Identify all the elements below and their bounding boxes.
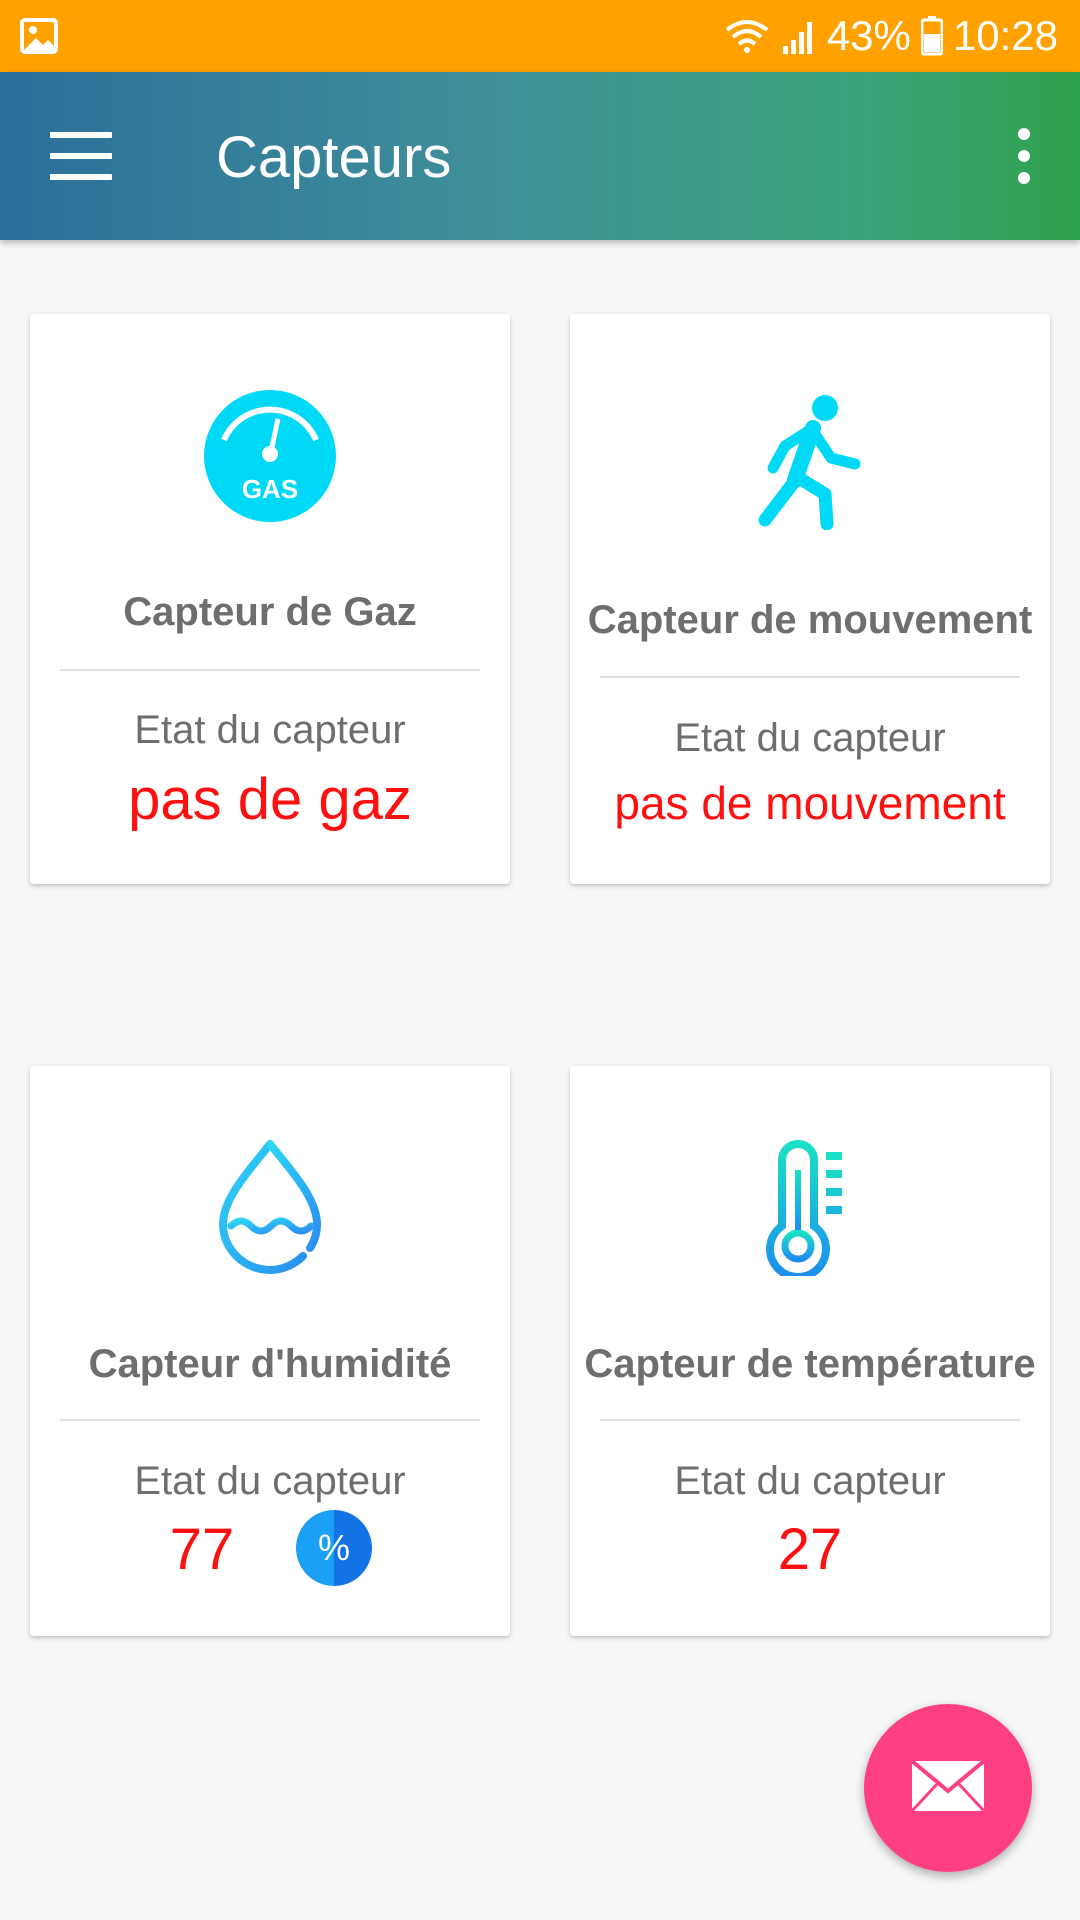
gas-sensor-card[interactable]: GAS Capteur de Gaz Etat du capteur pas d… [30, 314, 510, 884]
gas-meter-icon: GAS [202, 388, 338, 529]
gallery-icon [20, 18, 58, 54]
sensor-value: pas de mouvement [614, 777, 1006, 829]
water-drop-icon [215, 1138, 325, 1281]
state-label: Etat du capteur [674, 716, 946, 760]
divider [600, 1419, 1020, 1421]
state-label: Etat du capteur [134, 708, 406, 752]
envelope-icon [910, 1758, 986, 1818]
thermometer-icon [760, 1140, 860, 1281]
divider [60, 669, 480, 671]
card-title: Capteur de mouvement [587, 598, 1033, 642]
page-title: Capteurs [216, 125, 452, 190]
divider [60, 1419, 480, 1421]
percent-badge: % [296, 1510, 372, 1586]
sensor-value: pas de gaz [128, 767, 412, 832]
more-options-icon[interactable] [1014, 128, 1034, 184]
temperature-sensor-card[interactable]: Capteur de température Etat du capteur 2… [570, 1066, 1050, 1636]
svg-text:GAS: GAS [242, 474, 298, 504]
humidity-sensor-card[interactable]: Capteur d'humidité Etat du capteur 77 % [30, 1066, 510, 1636]
menu-icon[interactable] [50, 132, 112, 180]
card-title: Capteur d'humidité [88, 1342, 452, 1386]
app-bar: Capteurs [0, 72, 1080, 240]
card-title: Capteur de température [584, 1342, 1036, 1386]
battery-icon [920, 16, 943, 56]
walking-person-icon [755, 394, 865, 535]
clock: 10:28 [952, 12, 1058, 59]
motion-sensor-card[interactable]: Capteur de mouvement Etat du capteur pas… [570, 314, 1050, 884]
wifi-icon [723, 16, 771, 56]
battery-percent: 43% [826, 12, 911, 59]
state-label: Etat du capteur [134, 1459, 406, 1503]
card-title: Capteur de Gaz [123, 590, 417, 634]
state-label: Etat du capteur [674, 1459, 946, 1503]
email-fab-button[interactable] [864, 1704, 1032, 1872]
sensor-value: 77 [169, 1517, 235, 1582]
status-bar: 43% 10:28 [0, 0, 1080, 72]
signal-icon [781, 16, 817, 56]
sensor-value: 27 [777, 1517, 843, 1582]
divider [600, 676, 1020, 678]
